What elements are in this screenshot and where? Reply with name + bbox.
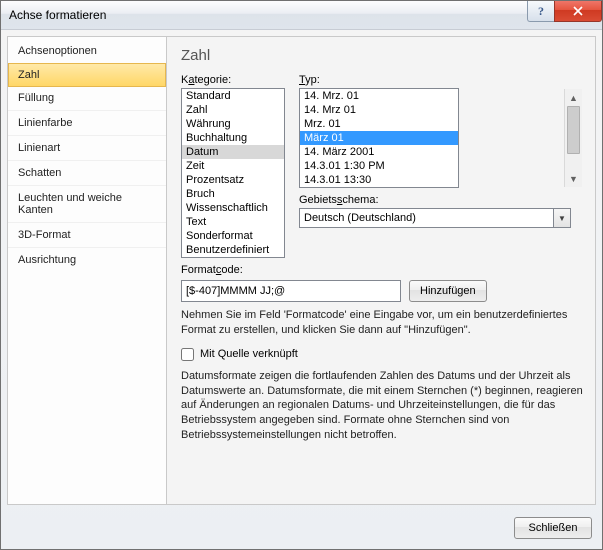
scroll-up-icon[interactable]: ▲ [565,89,582,106]
close-window-button[interactable] [554,1,602,22]
type-label: Typ: [299,74,583,86]
close-icon [572,6,584,16]
list-item[interactable]: Zahl [182,103,284,117]
type-locale-col: Typ: 14. Mrz. 01 14. Mrz 01 Mrz. 01 März… [299,74,583,258]
list-item[interactable]: Wissenschaftlich [182,201,284,215]
add-button[interactable]: Hinzufügen [409,280,487,302]
dialog-window: Achse formatieren ? Achsenoptionen Zahl … [0,0,603,550]
lists-row: Kategorie: Standard Zahl Währung Buchhal… [181,74,583,258]
formatcode-input[interactable] [181,280,401,302]
nav-achsenoptionen[interactable]: Achsenoptionen [8,39,166,64]
category-listbox[interactable]: Standard Zahl Währung Buchhaltung Datum … [181,88,285,258]
window-buttons: ? [527,1,602,21]
list-item[interactable]: Bruch [182,187,284,201]
pane-heading: Zahl [181,47,583,64]
scroll-thumb[interactable] [567,106,580,154]
list-item[interactable]: Sonderformat [182,229,284,243]
list-item[interactable]: Währung [182,117,284,131]
category-label: Kategorie: [181,74,285,86]
list-item[interactable]: Benutzerdefiniert [182,243,284,257]
list-item[interactable]: 14. Mrz. 01 [300,89,458,103]
locale-combo[interactable]: ▼ [299,208,571,228]
formatcode-label: Formatcode: [181,264,583,276]
list-item[interactable]: Datum [182,145,284,159]
type-listbox[interactable]: 14. Mrz. 01 14. Mrz 01 Mrz. 01 März 01 1… [299,88,459,188]
scroll-track[interactable] [565,106,582,170]
locale-label: Gebietsschema: [299,194,583,206]
list-item[interactable]: Zeit [182,159,284,173]
nav-leuchten[interactable]: Leuchten und weiche Kanten [8,186,166,223]
nav-fuellung[interactable]: Füllung [8,86,166,111]
list-item[interactable]: Standard [182,89,284,103]
hint-dateformats: Datumsformate zeigen die fortlaufenden Z… [181,369,583,443]
nav-3dformat[interactable]: 3D-Format [8,223,166,248]
titlebar[interactable]: Achse formatieren ? [1,1,602,30]
type-listbox-wrap: 14. Mrz. 01 14. Mrz 01 Mrz. 01 März 01 1… [299,88,583,188]
nav-linienfarbe[interactable]: Linienfarbe [8,111,166,136]
list-item[interactable]: Prozentsatz [182,173,284,187]
type-scrollbar[interactable]: ▲ ▼ [564,89,582,187]
dialog-footer: Schließen [1,511,602,549]
linked-checkbox-input[interactable] [181,348,194,361]
linked-to-source-checkbox[interactable]: Mit Quelle verknüpft [181,348,583,361]
list-item[interactable]: 14. März 2001 [300,145,458,159]
help-button[interactable]: ? [527,1,554,22]
list-item[interactable]: Text [182,215,284,229]
list-item[interactable]: 14. Mrz 01 [300,103,458,117]
nav-ausrichtung[interactable]: Ausrichtung [8,248,166,272]
list-item[interactable]: März 01 [300,131,458,145]
list-item[interactable]: 14.3.01 13:30 [300,173,458,187]
main-pane: Zahl Kategorie: Standard Zahl Währung Bu… [167,36,596,505]
formatcode-row: Hinzufügen [181,280,583,302]
list-item[interactable]: Buchhaltung [182,131,284,145]
category-col: Kategorie: Standard Zahl Währung Buchhal… [181,74,285,258]
hint-formatcode: Nehmen Sie im Feld 'Formatcode' eine Ein… [181,308,583,338]
scroll-down-icon[interactable]: ▼ [565,170,582,187]
nav-schatten[interactable]: Schatten [8,161,166,186]
nav-sidebar: Achsenoptionen Zahl Füllung Linienfarbe … [7,36,167,505]
list-item[interactable]: Mrz. 01 [300,117,458,131]
nav-zahl[interactable]: Zahl [8,63,166,87]
window-title: Achse formatieren [9,8,106,22]
nav-linienart[interactable]: Linienart [8,136,166,161]
close-button[interactable]: Schließen [514,517,592,539]
dialog-body: Achsenoptionen Zahl Füllung Linienfarbe … [1,30,602,511]
list-item[interactable]: 14.3.01 1:30 PM [300,159,458,173]
locale-input[interactable] [299,208,553,228]
linked-label: Mit Quelle verknüpft [200,348,298,360]
chevron-down-icon[interactable]: ▼ [553,208,571,228]
